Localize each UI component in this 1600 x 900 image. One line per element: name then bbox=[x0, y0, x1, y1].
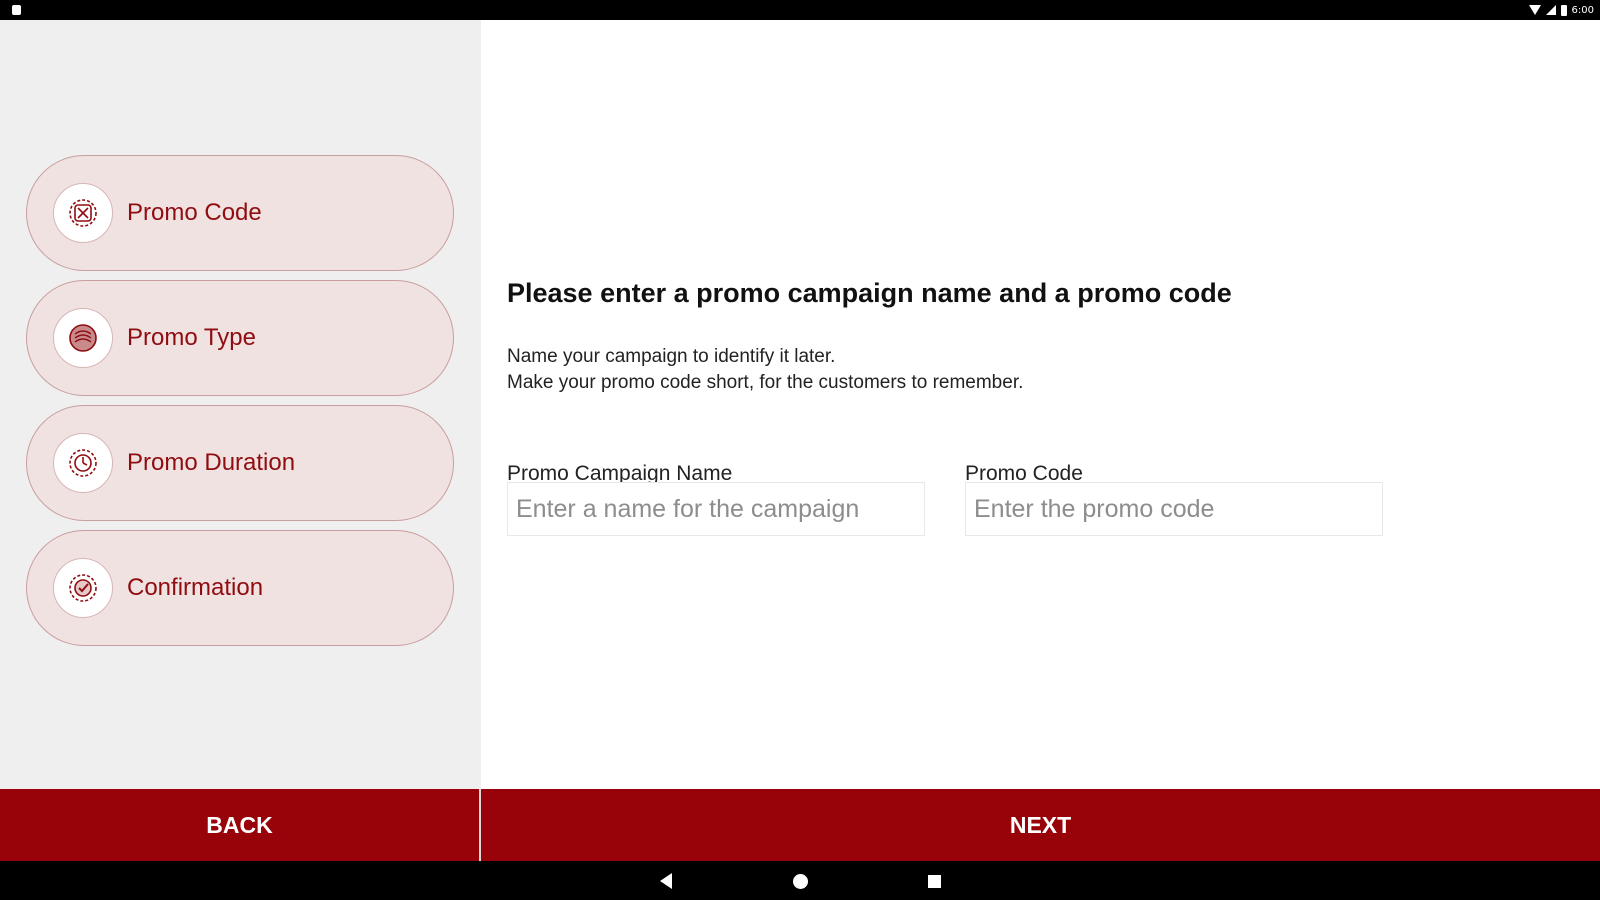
checkmark-badge-icon bbox=[53, 558, 113, 618]
status-time: 6:00 bbox=[1571, 4, 1594, 16]
status-bar: 6:00 bbox=[0, 0, 1600, 20]
nav-home-icon[interactable] bbox=[793, 874, 808, 889]
promo-code-icon bbox=[53, 183, 113, 243]
steps-sidebar: Promo Code Promo Type Promo Duration Con… bbox=[0, 20, 481, 789]
step-promo-type[interactable]: Promo Type bbox=[26, 280, 454, 396]
battery-icon bbox=[1560, 4, 1567, 16]
notification-icon bbox=[12, 5, 21, 15]
wifi-icon bbox=[1528, 5, 1541, 15]
signal-icon bbox=[1545, 5, 1556, 15]
page-heading: Please enter a promo campaign name and a… bbox=[507, 278, 1232, 308]
step-promo-duration[interactable]: Promo Duration bbox=[26, 405, 454, 521]
nav-back-icon[interactable] bbox=[660, 873, 672, 889]
next-button[interactable]: NEXT bbox=[481, 789, 1600, 861]
back-button[interactable]: BACK bbox=[0, 789, 479, 861]
description-line: Make your promo code short, for the cust… bbox=[507, 372, 1024, 393]
status-icons: 6:00 bbox=[1528, 3, 1594, 17]
campaign-name-input[interactable] bbox=[507, 482, 925, 536]
step-promo-code[interactable]: Promo Code bbox=[26, 155, 454, 271]
nav-recents-icon[interactable] bbox=[928, 875, 941, 888]
step-label: Confirmation bbox=[127, 574, 264, 601]
step-label: Promo Duration bbox=[127, 449, 296, 476]
step-label: Promo Type bbox=[127, 324, 256, 351]
main-content: Please enter a promo campaign name and a… bbox=[481, 20, 1600, 789]
system-navigation-bar bbox=[0, 861, 1600, 900]
page-description: Name your campaign to identify it later.… bbox=[507, 344, 1023, 396]
step-confirmation[interactable]: Confirmation bbox=[26, 530, 454, 646]
description-line: Name your campaign to identify it later. bbox=[507, 346, 836, 367]
step-label: Promo Code bbox=[127, 199, 262, 226]
clock-icon bbox=[53, 433, 113, 493]
promo-code-input[interactable] bbox=[965, 482, 1383, 536]
promo-type-icon bbox=[53, 308, 113, 368]
